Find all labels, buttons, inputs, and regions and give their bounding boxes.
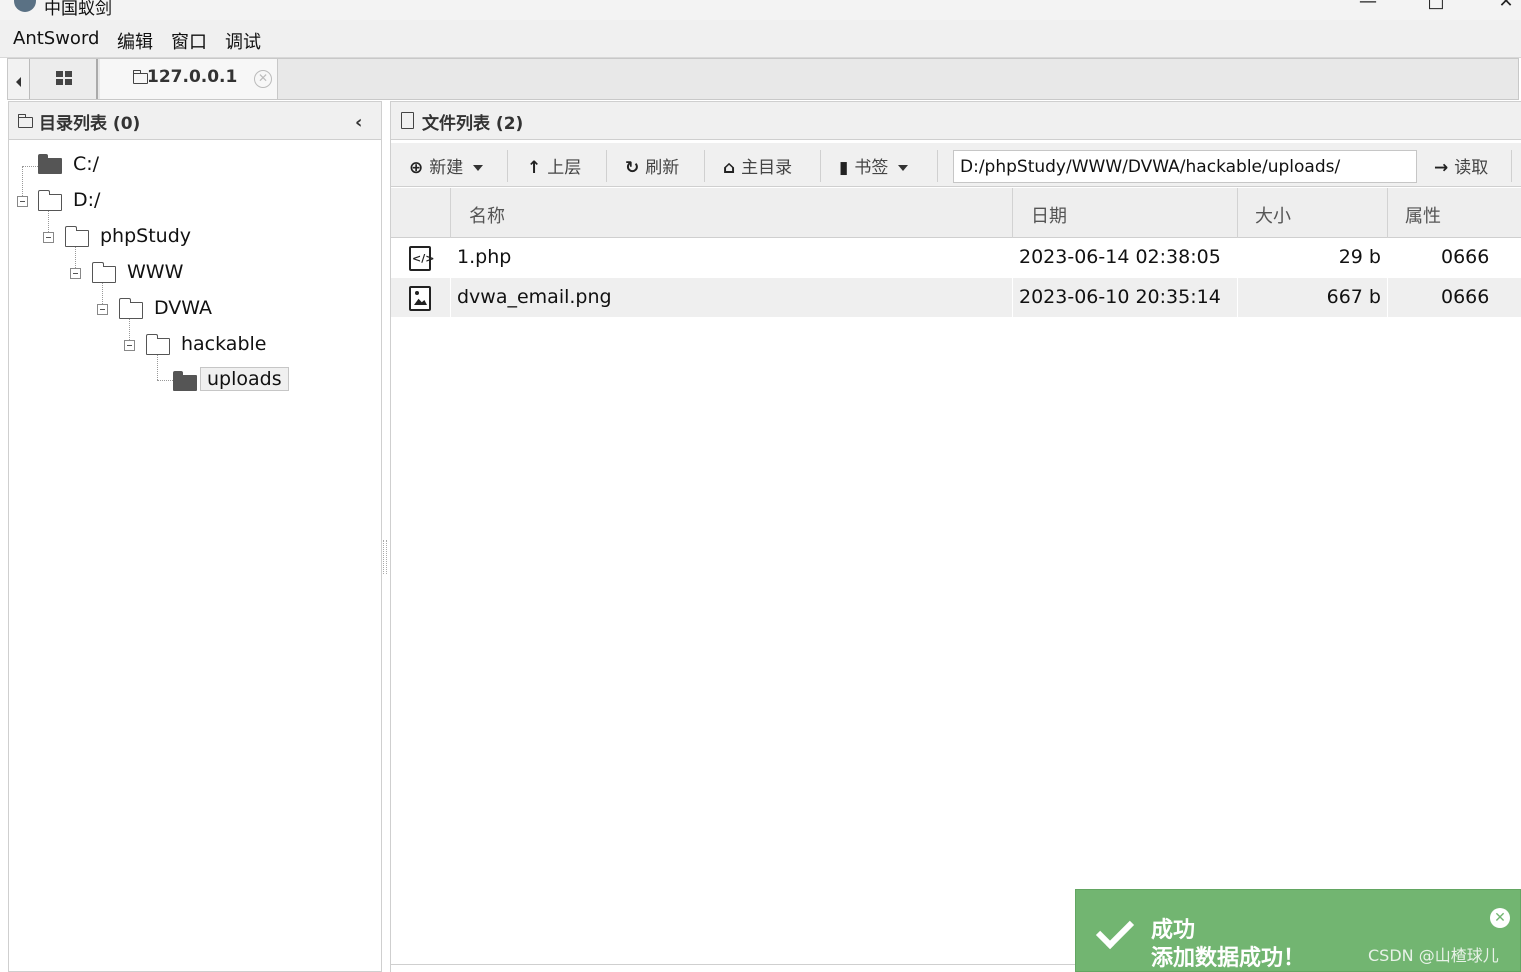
tab-host-label: 127.0.0.1 [147,67,238,87]
bookmark-icon: ▮ [839,158,849,178]
file-size: 667 b [1326,286,1381,308]
refresh-button[interactable]: ↻ 刷新 [625,153,679,179]
arrow-up-icon: ↑ [527,158,542,178]
file-list-header: 文件列表 (2) [391,102,1521,140]
tree-node-label: C:/ [73,153,100,175]
up-button-label: 上层 [547,158,582,178]
file-attr: 0666 [1441,286,1490,308]
menu-window[interactable]: 窗口 [171,28,207,54]
menu-antsword[interactable]: AntSword [13,28,99,49]
chevron-down-icon [898,165,909,171]
collapse-panel-icon[interactable]: ‹ [355,112,362,133]
antsword-logo-icon [14,0,36,12]
home-dir-button[interactable]: ⌂ 主目录 [723,153,792,179]
refresh-icon: ↻ [625,158,640,178]
folder-icon [17,114,33,128]
read-button[interactable]: → 读取 [1434,153,1488,179]
menu-bar: AntSword 编辑 窗口 调试 [0,20,1521,58]
file-list-title: 文件列表 (2) [422,114,524,134]
collapse-toggle-icon[interactable] [17,196,28,207]
column-size[interactable]: 大小 [1255,202,1291,228]
tree-node-label: hackable [181,333,267,355]
tab-host[interactable]: 127.0.0.1 ✕ [100,59,278,99]
tree-node-d[interactable]: D:/ [9,187,381,217]
window-title: 中国蚁剑 [44,0,112,19]
checkmark-icon [1095,910,1135,950]
bookmark-button[interactable]: ▮ 书签 [839,153,909,179]
up-button[interactable]: ↑ 上层 [527,153,581,179]
toast-close-icon[interactable]: ✕ [1490,908,1510,928]
tree-node-c[interactable]: C:/ [9,151,381,181]
column-name[interactable]: 名称 [469,202,505,228]
path-input[interactable] [953,150,1417,183]
tree-node-label: D:/ [73,189,101,211]
image-file-icon [409,286,431,311]
close-icon[interactable]: ✕ [1486,0,1521,18]
file-date: 2023-06-14 02:38:05 [1019,246,1221,268]
menu-debug[interactable]: 调试 [225,28,261,54]
directory-panel-title: 目录列表 (0) [39,114,141,134]
file-size: 29 b [1338,246,1381,268]
refresh-button-label: 刷新 [645,158,680,178]
folder-icon [38,154,62,174]
watermark: CSDN @山楂球儿 [1368,946,1499,965]
file-grid-header: 名称 日期 大小 属性 [391,188,1521,238]
tab-home[interactable] [30,59,98,99]
column-date[interactable]: 日期 [1031,202,1067,228]
collapse-toggle-icon[interactable] [43,232,54,243]
tree-node-www[interactable]: WWW [9,259,381,289]
arrow-right-icon: → [1434,158,1449,178]
minimize-icon[interactable]: — [1348,0,1388,18]
home-dir-button-label: 主目录 [741,158,793,178]
folder-icon [173,371,197,391]
plus-circle-icon: ⊕ [409,158,424,178]
tree-node-dvwa[interactable]: DVWA [9,295,381,325]
folder-icon [132,70,148,84]
tab-scroll-left-icon[interactable] [8,59,30,99]
column-attr[interactable]: 属性 [1405,202,1441,228]
folder-open-icon [37,190,62,211]
directory-panel: 目录列表 (0) ‹ C:/ D:/ phpStudy WWW DVWA hac… [8,101,382,972]
tab-close-icon[interactable]: ✕ [254,70,272,88]
new-button-label: 新建 [429,158,464,178]
folder-open-icon [91,262,116,283]
new-button[interactable]: ⊕ 新建 [409,153,484,179]
toast-message: 添加数据成功！ [1151,945,1306,971]
grid-icon [56,71,72,85]
folder-open-icon [145,334,170,355]
file-name: 1.php [457,246,512,268]
maximize-icon[interactable]: □ [1416,0,1456,18]
tree-node-label: WWW [127,261,184,283]
menu-edit[interactable]: 编辑 [117,28,153,54]
file-row[interactable]: </> 1.php 2023-06-14 02:38:05 29 b 0666 [391,238,1521,277]
directory-panel-header: 目录列表 (0) ‹ [9,102,381,140]
file-list-panel: 文件列表 (2) ⊕新建 ↑上层 ↻刷新 ⌂主目录 ▮书签 →读取 名称 [390,101,1521,972]
collapse-toggle-icon[interactable] [124,340,135,351]
tree-node-label-selected: uploads [200,367,289,391]
php-file-icon: </> [409,246,434,271]
chevron-down-icon [473,165,484,171]
file-toolbar: ⊕新建 ↑上层 ↻刷新 ⌂主目录 ▮书签 →读取 [391,143,1521,187]
tree-node-label: DVWA [154,297,213,319]
tree-node-uploads[interactable]: uploads [9,367,381,397]
tree-node-label: phpStudy [100,225,192,247]
folder-open-icon [118,298,143,319]
file-icon [401,112,414,129]
directory-tree: C:/ D:/ phpStudy WWW DVWA hackable uploa… [9,142,381,962]
file-date: 2023-06-10 20:35:14 [1019,286,1221,308]
tree-node-hackable[interactable]: hackable [9,331,381,361]
file-row[interactable]: dvwa_email.png 2023-06-10 20:35:14 667 b… [391,278,1521,317]
title-bar: 中国蚁剑 — □ ✕ [0,0,1521,20]
read-button-label: 读取 [1454,158,1489,178]
tree-node-phpstudy[interactable]: phpStudy [9,223,381,253]
file-attr: 0666 [1441,246,1490,268]
home-icon: ⌂ [723,158,736,178]
bookmark-button-label: 书签 [854,158,889,178]
collapse-toggle-icon[interactable] [97,304,108,315]
tab-bar: 127.0.0.1 ✕ [7,58,1519,100]
file-name: dvwa_email.png [457,286,612,308]
folder-open-icon [64,226,89,247]
panel-splitter[interactable] [383,540,387,574]
collapse-toggle-icon[interactable] [70,268,81,279]
